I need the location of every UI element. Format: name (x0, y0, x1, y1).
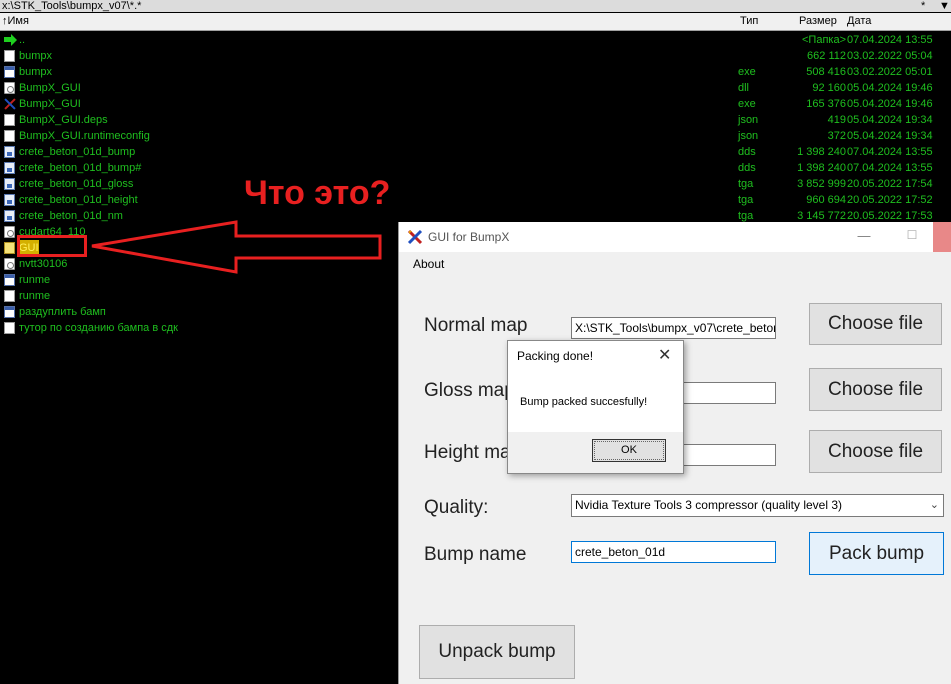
packing-done-dialog: Packing done! ✕ Bump packed succesfully!… (507, 340, 684, 474)
bump-name-field[interactable]: crete_beton_01d (571, 541, 776, 563)
quality-label: Quality: (424, 497, 489, 518)
menu-about[interactable]: About (413, 257, 444, 271)
chevron-down-icon: ⌄ (929, 499, 939, 511)
quality-select[interactable]: Nvidia Texture Tools 3 compressor (quali… (571, 494, 944, 517)
unpack-bump-button[interactable]: Unpack bump (419, 625, 575, 679)
normal-map-label: Normal map (424, 315, 528, 336)
bumpx-app-icon (407, 229, 423, 245)
choose-gloss-file-button[interactable]: Choose file (809, 368, 942, 411)
window-client: Normal map X:\STK_Tools\bumpx_v07\crete_… (399, 275, 951, 684)
bump-name-label: Bump name (424, 544, 527, 565)
choose-normal-file-button[interactable]: Choose file (809, 303, 942, 345)
choose-height-file-button[interactable]: Choose file (809, 430, 942, 473)
dialog-titlebar[interactable]: Packing done! ✕ (508, 341, 683, 371)
quality-value: Nvidia Texture Tools 3 compressor (quali… (575, 498, 843, 512)
close-icon[interactable]: ✕ (658, 345, 671, 365)
annotation-text: Что это? (244, 174, 391, 212)
normal-map-field[interactable]: X:\STK_Tools\bumpx_v07\crete_beton (571, 317, 776, 339)
close-icon[interactable] (933, 222, 951, 252)
dialog-title: Packing done! (517, 349, 594, 363)
window-title: GUI for BumpX (428, 230, 510, 244)
minimize-icon[interactable]: — (854, 228, 874, 246)
dialog-footer: OK (508, 432, 683, 473)
annotation-box (17, 235, 87, 257)
gloss-map-label: Gloss map (424, 380, 515, 401)
maximize-icon[interactable]: ☐ (902, 228, 922, 246)
pack-bump-button[interactable]: Pack bump (809, 532, 944, 575)
menu-bar: About (399, 253, 951, 275)
dialog-message: Bump packed succesfully! (520, 396, 648, 408)
window-titlebar[interactable]: GUI for BumpX — ☐ (399, 222, 951, 252)
ok-button[interactable]: OK (592, 439, 666, 462)
height-map-label: Height ma (424, 442, 511, 463)
